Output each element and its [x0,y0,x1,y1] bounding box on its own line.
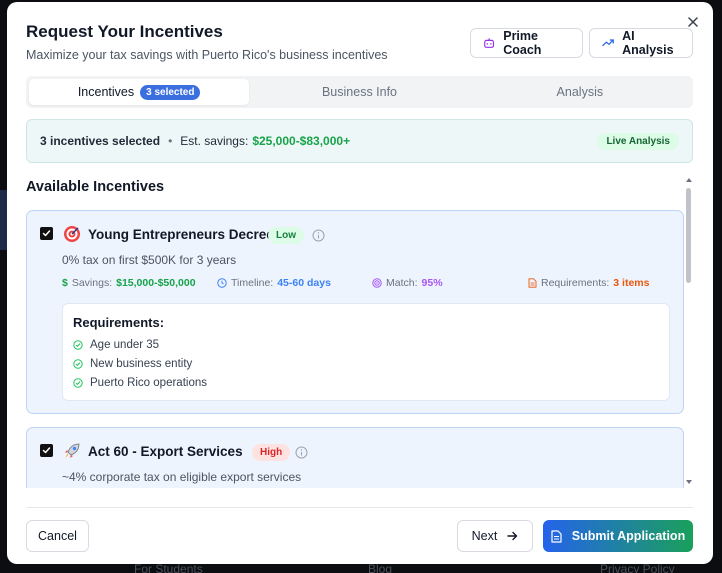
info-icon[interactable] [312,229,325,242]
savings-value: $25,000-$83,000+ [252,134,351,148]
incentive-card[interactable]: Act 60 - Export Services High ~4% corpor… [26,427,684,488]
scroll-thumb[interactable] [686,188,691,283]
requirement-text: Age under 35 [90,339,160,351]
level-badge: High [252,444,291,461]
meta-requirements-label: Requirements: [541,277,610,289]
live-analysis-badge: Live Analysis [597,132,679,150]
trending-up-icon [602,39,614,47]
footer-divider [26,507,693,508]
tab-analysis-label: Analysis [556,85,604,99]
meta-match-value: 95% [421,277,443,289]
cancel-label: Cancel [38,529,77,543]
next-label: Next [471,529,498,543]
document-icon [551,529,562,543]
submit-label: Submit Application [571,529,686,543]
prime-coach-label: Prime Coach [503,29,542,57]
tab-incentives-label: Incentives [77,85,135,99]
requirement-item: Puerto Rico operations [73,377,207,389]
target-icon [64,226,80,242]
requirement-item: Age under 35 [73,339,159,351]
meta-timeline-label: Timeline: [231,277,274,289]
ai-analysis-button[interactable]: AI Analysis [589,28,693,58]
incentives-list: Young Entrepreneurs Decree Low 0% tax on… [26,208,684,488]
tab-analysis[interactable]: Analysis [470,79,690,105]
section-title: Available Incentives [26,179,165,195]
dollar-icon: $ [62,277,68,289]
incentives-modal: Request Your Incentives Maximize your ta… [7,2,713,564]
incentive-title: Act 60 - Export Services [88,444,243,459]
tab-incentives[interactable]: Incentives 3 selected [29,79,250,105]
requirements-meta: Requirements: 3 items [528,277,649,289]
tab-bar: Incentives 3 selected Business Info Anal… [26,76,693,108]
info-icon[interactable] [295,446,308,459]
incentive-card[interactable]: Young Entrepreneurs Decree Low 0% tax on… [26,210,684,414]
target-small-icon [372,278,382,288]
document-icon [528,278,537,288]
modal-title: Request Your Incentives [26,22,223,41]
modal-subtitle: Maximize your tax savings with Puerto Ri… [26,48,388,62]
meta-match-label: Match: [386,277,418,289]
check-icon [42,447,51,454]
next-button[interactable]: Next [457,520,533,552]
check-icon [42,230,51,237]
requirement-text: New business entity [90,358,193,370]
robot-icon [484,38,495,48]
timeline-meta: Timeline: 45-60 days [217,277,331,289]
meta-savings-value: $15,000-$50,000 [116,277,196,289]
scroll-down-arrow[interactable] [686,480,692,484]
arrow-right-icon [507,531,518,541]
meta-savings-label: Savings: [71,277,113,289]
selected-count-text: 3 incentives selected [40,134,161,148]
list-scrollbar[interactable] [686,178,692,490]
tab-business-info[interactable]: Business Info [249,79,469,105]
summary-separator: • [168,134,173,148]
meta-requirements-value: 3 items [613,277,650,289]
tab-business-info-label: Business Info [321,85,398,99]
meta-timeline-value: 45-60 days [277,277,331,289]
incentive-title: Young Entrepreneurs Decree [88,227,274,242]
close-icon [688,17,698,27]
check-circle-icon [73,340,83,350]
background-sidebar [0,190,7,250]
level-badge: Low [268,227,304,244]
requirement-item: New business entity [73,358,192,370]
clock-icon [217,278,227,288]
incentive-checkbox[interactable] [40,444,53,457]
selection-summary: 3 incentives selected • Est. savings: $2… [26,119,693,163]
scroll-up-arrow[interactable] [686,178,692,182]
selected-count-badge: 3 selected [140,84,201,100]
ai-analysis-label: AI Analysis [622,29,674,57]
savings-meta: $ Savings: $15,000-$50,000 [62,277,196,289]
rocket-icon [65,443,80,458]
prime-coach-button[interactable]: Prime Coach [470,28,583,58]
requirements-title: Requirements: [73,315,165,330]
cancel-button[interactable]: Cancel [26,520,89,552]
match-meta: Match: 95% [372,277,443,289]
incentive-description: 0% tax on first $500K for 3 years [62,253,237,267]
savings-label: Est. savings: [180,134,249,148]
incentive-checkbox[interactable] [40,227,53,240]
check-circle-icon [73,378,83,388]
requirement-text: Puerto Rico operations [90,377,207,389]
submit-application-button[interactable]: Submit Application [543,520,693,552]
incentive-description: ~4% corporate tax on eligible export ser… [62,470,302,484]
check-circle-icon [73,359,83,369]
requirements-box: Requirements: Age under 35 New business … [62,303,670,401]
